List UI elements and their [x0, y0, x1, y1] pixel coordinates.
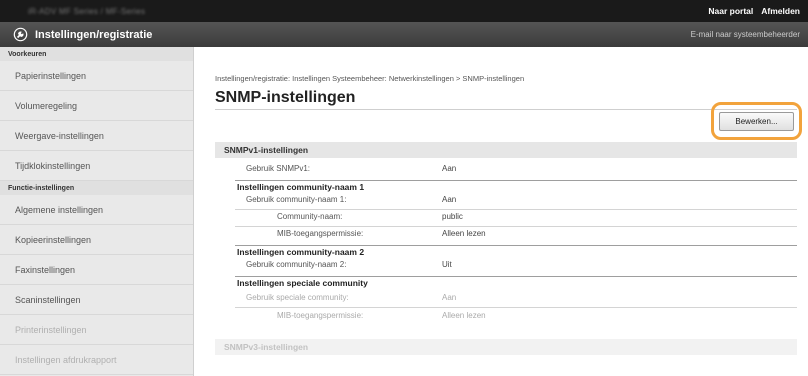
group-divider: [235, 180, 797, 181]
setting-label: MIB-toegangspermissie:: [277, 229, 364, 238]
sidebar-item-fax-settings[interactable]: Faxinstellingen: [0, 255, 193, 285]
row-divider: [235, 209, 797, 210]
edit-button[interactable]: Bewerken...: [719, 112, 794, 131]
group-heading-label: Instellingen community-naam 2: [237, 247, 365, 257]
setting-row-use-special-community: Gebruik speciale community: Aan: [215, 293, 797, 306]
portal-link[interactable]: Naar portal: [708, 6, 753, 16]
setting-value: Aan: [442, 293, 457, 302]
email-sysadmin-link[interactable]: E-mail naar systeembeheerder: [691, 30, 800, 39]
device-name: iR-ADV MF Series / MF-Series: [28, 6, 146, 16]
group-heading-community-2: Instellingen community-naam 2: [215, 247, 797, 260]
sidebar-category-preferences: Voorkeuren: [0, 47, 193, 61]
group-heading-label: Instellingen community-naam 1: [237, 182, 365, 192]
sidebar-category-functions: Functie-instellingen: [0, 181, 193, 195]
sidebar: Voorkeuren Papierinstellingen Volumerege…: [0, 47, 194, 376]
group-divider: [235, 245, 797, 246]
setting-value: public: [442, 212, 463, 221]
setting-value: Aan: [442, 164, 457, 173]
setting-row-use-community-1: Gebruik community-naam 1: Aan: [215, 195, 797, 208]
setting-row-mib-access: MIB-toegangspermissie: Alleen lezen: [215, 229, 797, 242]
sidebar-item-scan-settings[interactable]: Scaninstellingen: [0, 285, 193, 315]
settings-gear-icon: [13, 27, 28, 42]
top-links: Naar portal Afmelden: [708, 6, 800, 16]
breadcrumb: Instellingen/registratie: Instellingen S…: [215, 74, 525, 83]
title-divider: [215, 109, 797, 110]
sidebar-item-paper-settings[interactable]: Papierinstellingen: [0, 61, 193, 91]
sidebar-item-timer-settings[interactable]: Tijdklokinstellingen: [0, 151, 193, 181]
section-snmpv1-heading: SNMPv1-instellingen: [215, 142, 797, 158]
row-divider: [235, 226, 797, 227]
main-content: Instellingen/registratie: Instellingen S…: [195, 47, 808, 376]
setting-value: Uit: [442, 260, 452, 269]
setting-label: Gebruik community-naam 1:: [246, 195, 347, 204]
setting-label: Community-naam:: [277, 212, 343, 221]
sidebar-item-volume[interactable]: Volumeregeling: [0, 91, 193, 121]
title-bar: Instellingen/registratie E-mail naar sys…: [0, 22, 808, 47]
group-heading-special-community: Instellingen speciale community: [215, 278, 797, 291]
setting-label: Gebruik speciale community:: [246, 293, 349, 302]
app-title: Instellingen/registratie: [35, 28, 153, 41]
sidebar-item-printer-settings[interactable]: Printerinstellingen: [0, 315, 193, 345]
sidebar-item-common-settings[interactable]: Algemene instellingen: [0, 195, 193, 225]
setting-value: Aan: [442, 195, 457, 204]
sidebar-item-copy-settings[interactable]: Kopieerinstellingen: [0, 225, 193, 255]
setting-label: MIB-toegangspermissie:: [277, 311, 364, 320]
sidebar-item-report-settings[interactable]: Instellingen afdrukrapport: [0, 345, 193, 375]
setting-row-use-community-2: Gebruik community-naam 2: Uit: [215, 260, 797, 273]
sidebar-item-display-settings[interactable]: Weergave-instellingen: [0, 121, 193, 151]
setting-row-special-mib-access: MIB-toegangspermissie: Alleen lezen: [215, 311, 797, 324]
top-bar: iR-ADV MF Series / MF-Series Naar portal…: [0, 0, 808, 22]
setting-row-community-name: Community-naam: public: [215, 212, 797, 225]
group-heading-community-1: Instellingen community-naam 1: [215, 182, 797, 195]
logout-link[interactable]: Afmelden: [761, 6, 800, 16]
setting-value: Alleen lezen: [442, 311, 486, 320]
group-divider: [235, 276, 797, 277]
row-divider: [235, 307, 797, 308]
setting-label: Gebruik community-naam 2:: [246, 260, 347, 269]
setting-label: Gebruik SNMPv1:: [246, 164, 311, 173]
section-snmpv3-heading: SNMPv3-instellingen: [215, 339, 797, 355]
page-title: SNMP-instellingen: [215, 89, 356, 106]
setting-row-use-snmpv1: Gebruik SNMPv1: Aan: [215, 164, 797, 177]
setting-value: Alleen lezen: [442, 229, 486, 238]
group-heading-label: Instellingen speciale community: [237, 278, 368, 288]
